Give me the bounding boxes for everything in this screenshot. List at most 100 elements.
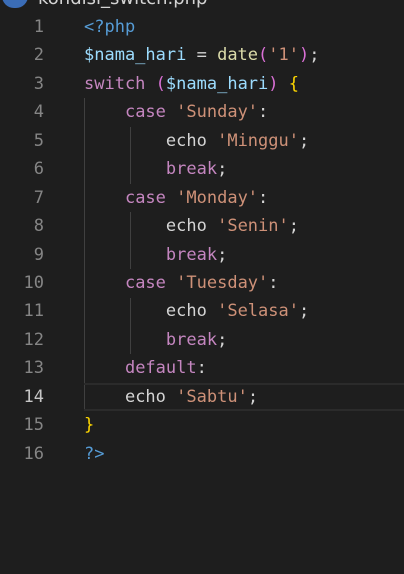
code-text: break;	[84, 241, 227, 269]
code-token: break	[165, 159, 218, 180]
code-token: ;	[309, 45, 320, 66]
code-token: echo	[165, 130, 207, 151]
line-number: 16	[23, 443, 44, 464]
code-token: $nama_hari	[165, 73, 269, 94]
code-token: case	[124, 102, 166, 123]
code-token: echo	[165, 301, 207, 322]
code-token: (	[258, 45, 269, 66]
code-token: echo	[124, 386, 166, 407]
line-number: 6	[33, 159, 44, 180]
code-text: break;	[84, 155, 227, 183]
line-number: 7	[33, 187, 44, 208]
code-token: 'Sabtu'	[176, 386, 248, 407]
code-text: break;	[84, 326, 227, 354]
code-text: echo 'Sabtu';	[84, 383, 258, 411]
editor-tab[interactable]: kondisi_switch.php	[0, 0, 404, 10]
code-text: <?php	[84, 13, 135, 41]
code-token: ;	[247, 386, 259, 407]
code-editor[interactable]: 1 <?php 2 $nama_hari = date('1'); 3 switch ($…	[0, 13, 404, 468]
code-token: echo	[165, 216, 207, 237]
code-line[interactable]: 6 break;	[0, 155, 404, 183]
code-token: ;	[217, 159, 228, 180]
code-text: case 'Monday':	[84, 184, 268, 212]
code-token: (	[155, 73, 166, 94]
code-text: case 'Sunday':	[84, 98, 268, 126]
code-token: =	[186, 45, 218, 66]
code-token: case	[124, 187, 166, 208]
code-token: :	[268, 272, 279, 293]
tab-filename: kondisi_switch.php	[38, 0, 207, 8]
line-number: 1	[33, 17, 44, 37]
code-text: switch ($nama_hari) {	[84, 70, 299, 98]
code-token: ;	[298, 130, 310, 151]
code-text: echo 'Senin';	[84, 212, 299, 240]
line-number: 3	[33, 73, 44, 94]
code-text: }	[84, 411, 94, 439]
line-number: 13	[23, 358, 44, 379]
code-line[interactable]: 14 echo 'Sabtu';	[0, 382, 404, 412]
code-token: ;	[298, 301, 310, 322]
code-token: <?php	[84, 17, 136, 37]
line-number: 9	[33, 244, 44, 265]
line-number: 5	[33, 130, 44, 151]
code-token: :	[196, 358, 207, 379]
code-token: break	[165, 244, 218, 265]
code-token: 'Sunday'	[176, 102, 259, 123]
code-token: }	[84, 415, 95, 436]
code-token: 'Tuesday'	[176, 272, 269, 293]
code-line[interactable]: 5 echo 'Minggu';	[0, 127, 404, 155]
code-line[interactable]: 4 case 'Sunday':	[0, 98, 404, 126]
code-line[interactable]: 2 $nama_hari = date('1');	[0, 41, 404, 69]
code-line[interactable]: 16 ?>	[0, 440, 404, 468]
code-line[interactable]: 8 echo 'Senin';	[0, 212, 404, 240]
code-text: echo 'Selasa';	[84, 297, 309, 325]
code-token: :	[258, 187, 269, 208]
code-token: ;	[217, 244, 228, 265]
code-token: '1'	[268, 45, 299, 66]
code-token: $nama_hari	[84, 45, 187, 66]
code-token: ;	[288, 216, 299, 237]
line-number: 15	[23, 415, 44, 436]
code-line[interactable]: 7 case 'Monday':	[0, 184, 404, 212]
line-number: 4	[33, 102, 44, 123]
code-token: ;	[217, 329, 228, 350]
code-token: break	[165, 329, 218, 350]
line-number: 11	[23, 301, 44, 322]
code-line[interactable]: 15}	[0, 411, 404, 439]
line-number: 2	[33, 45, 44, 66]
line-number: 8	[33, 216, 44, 237]
code-text: $nama_hari = date('1');	[84, 41, 320, 69]
line-number: 12	[23, 329, 44, 350]
code-line[interactable]: 1 <?php	[0, 13, 404, 41]
code-line[interactable]: 10 case 'Tuesday':	[0, 269, 404, 297]
code-token: 'Monday'	[176, 187, 259, 208]
code-text: default:	[84, 354, 207, 382]
code-token: ?>	[84, 443, 105, 464]
code-line[interactable]: 11 echo 'Selasa';	[0, 297, 404, 325]
line-number: 10	[23, 272, 44, 293]
code-token: 'Minggu'	[217, 130, 299, 151]
code-line[interactable]: 3 switch ($nama_hari) {	[0, 70, 404, 98]
code-token: 'Selasa'	[217, 301, 299, 322]
code-line[interactable]: 9 break;	[0, 241, 404, 269]
code-token: default	[124, 358, 197, 379]
code-line[interactable]: 13 default:	[0, 354, 404, 382]
line-number: 14	[23, 386, 44, 407]
code-text: case 'Tuesday':	[84, 269, 279, 297]
code-token: {	[288, 73, 300, 94]
code-line[interactable]: 12 break;	[0, 326, 404, 354]
